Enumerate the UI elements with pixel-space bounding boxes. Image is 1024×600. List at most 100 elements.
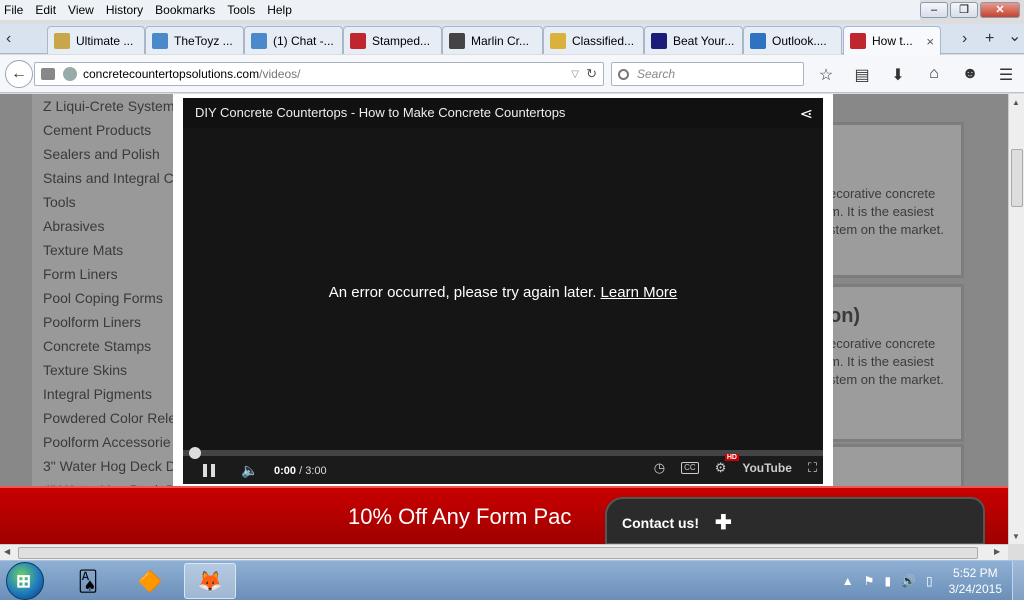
favicon-icon (651, 32, 667, 49)
volume-icon[interactable]: 🔊 (901, 574, 916, 588)
close-tab-icon[interactable]: × (926, 34, 934, 49)
scrubber-handle[interactable] (189, 447, 201, 459)
list-item[interactable]: 3" Water Hog Deck D (43, 454, 182, 478)
list-item[interactable]: Abrasives (43, 214, 182, 238)
new-tab-button[interactable]: + (985, 30, 994, 48)
menu-help[interactable]: Help (267, 3, 292, 17)
chat-icon[interactable]: ☻ (959, 65, 981, 85)
menu-icon[interactable]: ☰ (995, 65, 1017, 85)
battery-icon[interactable]: ▯ (926, 574, 933, 588)
video-title[interactable]: DIY Concrete Countertops - How to Make C… (183, 98, 823, 128)
dropdown-arrow-icon[interactable]: ▽ (571, 69, 579, 80)
clock[interactable]: 5:52 PM 3/24/2015 (949, 565, 1002, 597)
list-item[interactable]: Powdered Color Rele (43, 406, 182, 430)
share-icon[interactable]: ⋖ (800, 104, 813, 124)
list-item[interactable]: Texture Mats (43, 238, 182, 262)
learn-more-link[interactable]: Learn More (601, 284, 678, 301)
tab-label: Marlin Cr... (471, 33, 530, 48)
start-button[interactable]: ⊞ (6, 562, 44, 600)
video-player[interactable]: DIY Concrete Countertops - How to Make C… (183, 98, 823, 484)
fullscreen-icon[interactable]: ⛶ (808, 460, 817, 476)
tab-thetoyz[interactable]: TheToyz ... (145, 26, 244, 54)
home-icon[interactable]: ⌂ (923, 65, 945, 85)
vlc-icon[interactable]: 🔶 (124, 563, 176, 599)
list-item[interactable]: Form Liners (43, 262, 182, 286)
product-category-list: Z Liqui-Crete System Cement Products Sea… (32, 94, 182, 544)
list-item[interactable]: Z Liqui-Crete System (43, 94, 182, 118)
volume-icon[interactable]: 🔈 (241, 462, 258, 479)
system-tray: ▲ ⚑ ▮ 🔊 ▯ 5:52 PM 3/24/2015 (842, 561, 1024, 600)
menu-bookmarks[interactable]: Bookmarks (155, 3, 215, 17)
list-item[interactable]: Poolform Liners (43, 310, 182, 334)
scroll-left-icon[interactable]: ◀ (4, 547, 10, 556)
tab-bar: ‹ Ultimate ... TheToyz ... (1) Chat -...… (0, 24, 1024, 55)
list-item[interactable]: Pool Coping Forms (43, 286, 182, 310)
action-center-icon[interactable]: ⚑ (864, 574, 875, 588)
watch-later-icon[interactable]: ◷ (654, 460, 665, 476)
tab-how-to[interactable]: How t... × (843, 26, 941, 55)
network-signal-icon[interactable]: ▮ (884, 574, 891, 588)
settings-gear-icon[interactable]: ⚙ (715, 460, 727, 476)
card-text: ecorative concrete (829, 186, 936, 201)
scroll-down-icon[interactable]: ▼ (1012, 532, 1020, 541)
favicon-icon (251, 32, 267, 49)
tab-classified[interactable]: Classified... (543, 26, 644, 54)
list-item[interactable]: Poolform Accessorie (43, 430, 182, 454)
error-text: An error occurred, please try again late… (328, 284, 597, 301)
page-info-icon[interactable] (41, 68, 55, 80)
reload-icon[interactable]: ↻ (586, 66, 597, 82)
scroll-up-icon[interactable]: ▲ (1012, 98, 1020, 107)
youtube-logo[interactable]: YouTube (742, 461, 792, 475)
favicon-icon (750, 32, 766, 49)
menu-file[interactable]: File (4, 3, 23, 17)
tab-scroll-left-button[interactable]: ‹ (6, 30, 11, 48)
minimize-button[interactable]: – (920, 2, 948, 18)
show-hidden-icons-icon[interactable]: ▲ (842, 574, 854, 588)
tab-chat[interactable]: (1) Chat -... (244, 26, 343, 54)
tab-outlook[interactable]: Outlook.... (743, 26, 842, 54)
search-input[interactable]: Search (611, 62, 804, 86)
url-text: concretecountertopsolutions.com/videos/ (83, 67, 300, 81)
scroll-thumb[interactable] (1011, 149, 1023, 207)
tab-beat-your[interactable]: Beat Your... (644, 26, 743, 54)
horizontal-scrollbar[interactable]: ◀ ▶ (0, 544, 1008, 560)
scroll-thumb[interactable] (18, 547, 978, 559)
tab-scroll-right-button[interactable]: › (962, 30, 967, 48)
url-bar[interactable]: concretecountertopsolutions.com/videos/ … (34, 62, 604, 86)
tab-marlin[interactable]: Marlin Cr... (442, 26, 543, 54)
list-item[interactable]: Cement Products (43, 118, 182, 142)
menu-view[interactable]: View (68, 3, 94, 17)
download-icon[interactable]: ⬇ (887, 65, 909, 85)
show-desktop-button[interactable] (1012, 561, 1024, 600)
menu-history[interactable]: History (106, 3, 143, 17)
tab-stamped[interactable]: Stamped... (343, 26, 442, 54)
bookmarks-list-icon[interactable]: ▤ (851, 65, 873, 85)
restore-button[interactable]: ❐ (950, 2, 978, 18)
tab-label: TheToyz ... (174, 33, 233, 48)
firefox-icon[interactable]: 🦊 (184, 563, 236, 599)
list-item[interactable]: Sealers and Polish (43, 142, 182, 166)
solitaire-icon[interactable]: 🂡 (62, 563, 114, 599)
list-item[interactable]: Texture Skins (43, 358, 182, 382)
scroll-right-icon[interactable]: ▶ (994, 547, 1000, 556)
product-card: ecorative concrete m. It is the easiest … (822, 122, 964, 278)
star-icon[interactable]: ☆ (815, 65, 837, 85)
list-item[interactable]: Concrete Stamps (43, 334, 182, 358)
vertical-scrollbar[interactable]: ▲ ▼ (1008, 94, 1024, 544)
menu-edit[interactable]: Edit (35, 3, 56, 17)
menu-tools[interactable]: Tools (227, 3, 255, 17)
tab-list-button[interactable]: ⌄ (1008, 26, 1021, 46)
list-item[interactable]: Tools (43, 190, 182, 214)
close-window-button[interactable]: ✕ (980, 2, 1020, 18)
list-item[interactable]: Stains and Integral C (43, 166, 182, 190)
globe-icon (63, 67, 77, 81)
tab-ultimate[interactable]: Ultimate ... (47, 26, 145, 54)
back-button[interactable]: ← (5, 60, 33, 88)
contact-us-widget[interactable]: Contact us! ✚ (605, 497, 985, 545)
pause-icon[interactable] (203, 464, 215, 477)
clock-time: 5:52 PM (952, 566, 998, 580)
captions-icon[interactable]: CC (681, 462, 699, 474)
card-text: m. It is the easiest (829, 354, 934, 369)
list-item[interactable]: Integral Pigments (43, 382, 182, 406)
back-arrow-icon: ← (11, 65, 27, 82)
